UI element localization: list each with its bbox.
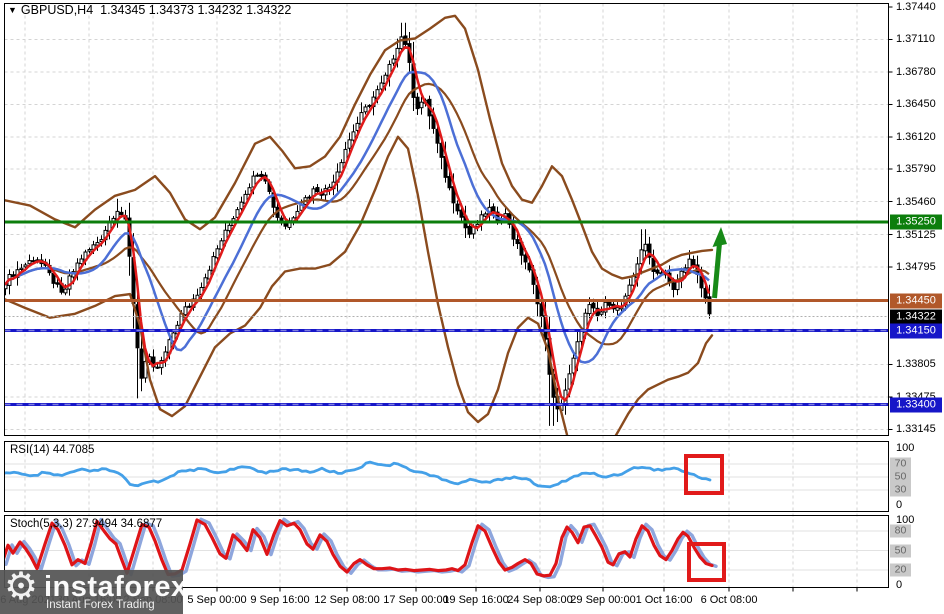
mt4-chart-window: ▼ GBPUSD,H4 1.34345 1.34373 1.34232 1.343… bbox=[0, 0, 944, 614]
time-axis-label: 19 Sep 16:00 bbox=[443, 594, 509, 606]
price-level-badge: 1.35250 bbox=[890, 214, 942, 230]
chart-title-bar: ▼ GBPUSD,H4 1.34345 1.34373 1.34232 1.343… bbox=[8, 3, 291, 17]
price-level-badge: 1.34450 bbox=[890, 293, 942, 308]
price-level-badge: 1.33400 bbox=[890, 397, 942, 412]
instaforex-gear-icon: ⚙ bbox=[4, 570, 39, 608]
price-axis-label: 1.33145 bbox=[896, 423, 936, 436]
price-level-badge: 1.34322 bbox=[890, 309, 942, 324]
rsi-line bbox=[5, 460, 712, 489]
stoch-level-badge: 50 bbox=[890, 544, 911, 557]
price-axis-label: 1.37440 bbox=[896, 1, 936, 13]
rsi-axis-label: 0 bbox=[896, 499, 903, 511]
time-axis-label: 24 Sep 08:00 bbox=[507, 594, 573, 606]
chevron-down-icon[interactable]: ▼ bbox=[8, 5, 17, 15]
price-axis-label: 1.37110 bbox=[896, 33, 935, 46]
rsi-level-badge: 70 bbox=[890, 457, 911, 471]
price-axis-label: 1.36120 bbox=[896, 130, 936, 143]
price-axis-label: 1.35125 bbox=[896, 228, 936, 241]
time-axis-label: 6 Oct 08:00 bbox=[700, 594, 758, 606]
price-axis-label: 1.36780 bbox=[896, 65, 936, 78]
watermark-tagline-text: Instant Forex Trading bbox=[46, 599, 155, 611]
ohlc-values: 1.34345 1.34373 1.34232 1.34322 bbox=[100, 3, 292, 17]
rsi-indicator-label: RSI(14) 44.7085 bbox=[10, 444, 95, 456]
price-axis-label: 1.35790 bbox=[896, 163, 936, 176]
stoch-indicator-label: Stoch(5,3,3) 27.9494 34.6877 bbox=[10, 518, 163, 530]
candles-layer[interactable] bbox=[4, 22, 712, 426]
trend-arrow[interactable] bbox=[712, 227, 728, 299]
price-axis-label: 1.34795 bbox=[896, 261, 936, 274]
price-axis-label: 1.35460 bbox=[896, 195, 936, 208]
time-axis-label: 9 Sep 16:00 bbox=[250, 594, 310, 606]
rsi-level-badge: 50 bbox=[890, 470, 911, 484]
price-axis-label: 1.33805 bbox=[896, 358, 936, 371]
price-level-badge: 1.34150 bbox=[890, 323, 942, 338]
price-axis-label: 1.36450 bbox=[896, 98, 936, 111]
time-axis-label: 29 Sep 00:00 bbox=[570, 594, 636, 606]
rsi-level-badge: 30 bbox=[890, 483, 911, 497]
time-axis-label: 12 Sep 08:00 bbox=[314, 594, 380, 606]
time-axis-label: 1 Oct 16:00 bbox=[635, 594, 693, 606]
stoch-level-badge: 80 bbox=[890, 524, 911, 538]
rsi-axis-label: 100 bbox=[896, 442, 915, 454]
time-axis-label: 5 Sep 00:00 bbox=[187, 594, 247, 606]
stoch-level-badge: 20 bbox=[890, 563, 911, 577]
symbol-timeframe-label: GBPUSD,H4 bbox=[20, 3, 94, 17]
instaforex-watermark: ⚙ instaforex Instant Forex Trading bbox=[0, 570, 183, 614]
time-axis-label: 17 Sep 00:00 bbox=[383, 594, 449, 606]
stoch-axis-label: 0 bbox=[896, 579, 903, 591]
bollinger-bands-layer bbox=[5, 14, 714, 435]
